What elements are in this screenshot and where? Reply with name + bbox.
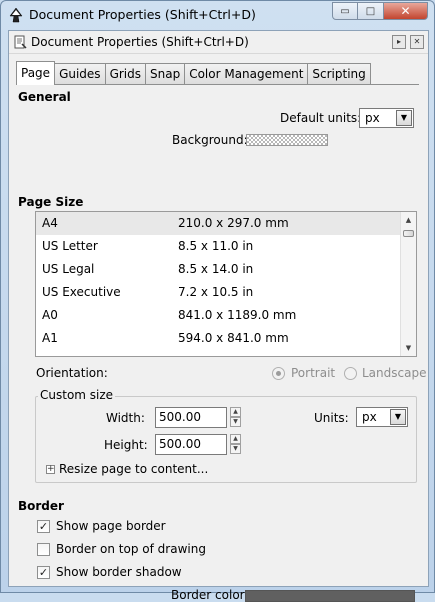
landscape-radio[interactable] bbox=[344, 367, 357, 380]
chevron-down-icon: ▼ bbox=[396, 110, 412, 126]
expand-plus-icon[interactable]: + bbox=[46, 465, 55, 474]
border-on-top-checkbox[interactable] bbox=[37, 543, 50, 556]
width-label: Width: bbox=[106, 411, 145, 425]
height-input[interactable]: 500.00 bbox=[155, 434, 227, 455]
dialog-window: Document Properties (Shift+Ctrl+D) ▭ □ ✕… bbox=[0, 0, 435, 602]
dock-header: Document Properties (Shift+Ctrl+D) ▸ ✕ bbox=[9, 31, 428, 54]
page-size-name: A0 bbox=[42, 308, 58, 322]
border-on-top-label: Border on top of drawing bbox=[56, 542, 206, 556]
page-size-scrollbar[interactable]: ▲ ▼ bbox=[400, 212, 416, 356]
default-units-value: px bbox=[365, 111, 380, 125]
background-label: Background: bbox=[172, 133, 248, 147]
scroll-down-icon[interactable]: ▼ bbox=[401, 340, 416, 356]
general-section-title: General bbox=[18, 90, 71, 104]
decrement-icon[interactable]: ▼ bbox=[230, 417, 241, 427]
show-page-border-label: Show page border bbox=[56, 519, 166, 533]
landscape-label: Landscape bbox=[362, 366, 427, 380]
portrait-radio[interactable] bbox=[272, 367, 285, 380]
page-size-dimensions: 7.2 x 10.5 in bbox=[178, 285, 254, 299]
page-size-section-title: Page Size bbox=[18, 195, 84, 209]
units-label: Units: bbox=[314, 411, 349, 425]
dialog-client-area: Document Properties (Shift+Ctrl+D) ▸ ✕ P… bbox=[8, 30, 429, 602]
default-units-label: Default units: bbox=[280, 111, 362, 125]
page-size-dimensions: 210.0 x 297.0 mm bbox=[178, 216, 289, 230]
maximize-icon: □ bbox=[365, 5, 376, 17]
dock-close-button[interactable]: ✕ bbox=[410, 35, 424, 49]
increment-icon[interactable]: ▲ bbox=[230, 434, 241, 444]
scroll-up-icon[interactable]: ▲ bbox=[401, 212, 416, 228]
units-combo[interactable]: px ▼ bbox=[356, 407, 408, 427]
page-size-name: US Executive bbox=[42, 285, 121, 299]
list-item[interactable]: A1 594.0 x 841.0 mm bbox=[36, 327, 401, 350]
tab-grids[interactable]: Grids bbox=[105, 63, 146, 85]
width-input[interactable]: 500.00 bbox=[155, 407, 227, 428]
dock-float-button[interactable]: ▸ bbox=[392, 35, 406, 49]
page-size-list[interactable]: A4 210.0 x 297.0 mm US Letter 8.5 x 11.0… bbox=[35, 211, 417, 357]
page-size-name: A4 bbox=[42, 216, 58, 230]
tab-snap[interactable]: Snap bbox=[146, 63, 186, 85]
page-size-name: US Letter bbox=[42, 239, 98, 253]
width-stepper[interactable]: ▲ ▼ bbox=[230, 407, 241, 428]
minimize-button[interactable]: ▭ bbox=[332, 2, 358, 20]
border-section-title: Border bbox=[18, 499, 64, 513]
page-size-name: A1 bbox=[42, 331, 58, 345]
tab-bar: Page Guides Grids Snap Color Management … bbox=[16, 61, 371, 85]
list-item[interactable]: US Executive 7.2 x 10.5 in bbox=[36, 281, 401, 304]
background-color-swatch[interactable] bbox=[246, 134, 328, 146]
page-size-dimensions: 594.0 x 841.0 mm bbox=[178, 331, 289, 345]
maximize-button[interactable]: □ bbox=[358, 2, 384, 20]
list-item[interactable]: US Letter 8.5 x 11.0 in bbox=[36, 235, 401, 258]
border-color-label: Border color: bbox=[171, 588, 249, 602]
chevron-down-icon: ▼ bbox=[390, 409, 406, 425]
close-icon: ✕ bbox=[400, 4, 411, 18]
list-item[interactable]: A4 210.0 x 297.0 mm bbox=[36, 212, 401, 235]
show-border-shadow-checkbox[interactable]: ✓ bbox=[37, 566, 50, 579]
portrait-label: Portrait bbox=[291, 366, 336, 380]
dock-title: Document Properties (Shift+Ctrl+D) bbox=[31, 35, 249, 49]
increment-icon[interactable]: ▲ bbox=[230, 407, 241, 417]
page-size-dimensions: 8.5 x 11.0 in bbox=[178, 239, 254, 253]
page-size-dimensions: 8.5 x 14.0 in bbox=[178, 262, 254, 276]
show-border-shadow-label: Show border shadow bbox=[56, 565, 182, 579]
default-units-combo[interactable]: px ▼ bbox=[359, 108, 414, 128]
scrollbar-thumb[interactable] bbox=[403, 230, 414, 237]
window-title: Document Properties (Shift+Ctrl+D) bbox=[29, 7, 256, 22]
decrement-icon[interactable]: ▼ bbox=[230, 444, 241, 454]
height-label: Height: bbox=[104, 438, 148, 452]
units-value: px bbox=[362, 410, 377, 424]
document-properties-icon bbox=[14, 35, 27, 49]
tab-scripting[interactable]: Scripting bbox=[308, 63, 371, 85]
tab-page[interactable]: Page bbox=[16, 61, 56, 85]
minimize-icon: ▭ bbox=[340, 5, 350, 17]
list-item[interactable]: US Legal 8.5 x 14.0 in bbox=[36, 258, 401, 281]
height-stepper[interactable]: ▲ ▼ bbox=[230, 434, 241, 455]
resize-page-expander[interactable]: Resize page to content... bbox=[59, 462, 208, 476]
list-item[interactable]: A0 841.0 x 1189.0 mm bbox=[36, 304, 401, 327]
tab-color-management[interactable]: Color Management bbox=[185, 63, 309, 85]
custom-size-title: Custom size bbox=[38, 388, 116, 402]
close-window-button[interactable]: ✕ bbox=[384, 2, 428, 20]
tab-guides[interactable]: Guides bbox=[55, 63, 106, 85]
show-page-border-checkbox[interactable]: ✓ bbox=[37, 520, 50, 533]
orientation-label: Orientation: bbox=[36, 366, 108, 380]
inkscape-app-icon bbox=[9, 7, 23, 23]
page-tab-panel: General Default units: px ▼ Background: … bbox=[16, 84, 426, 602]
window-titlebar[interactable]: Document Properties (Shift+Ctrl+D) ▭ □ ✕ bbox=[1, 1, 434, 29]
float-icon: ▸ bbox=[396, 37, 401, 46]
border-color-swatch[interactable] bbox=[245, 590, 415, 602]
close-icon: ✕ bbox=[413, 37, 421, 46]
page-size-name: US Legal bbox=[42, 262, 95, 276]
page-size-dimensions: 841.0 x 1189.0 mm bbox=[178, 308, 297, 322]
